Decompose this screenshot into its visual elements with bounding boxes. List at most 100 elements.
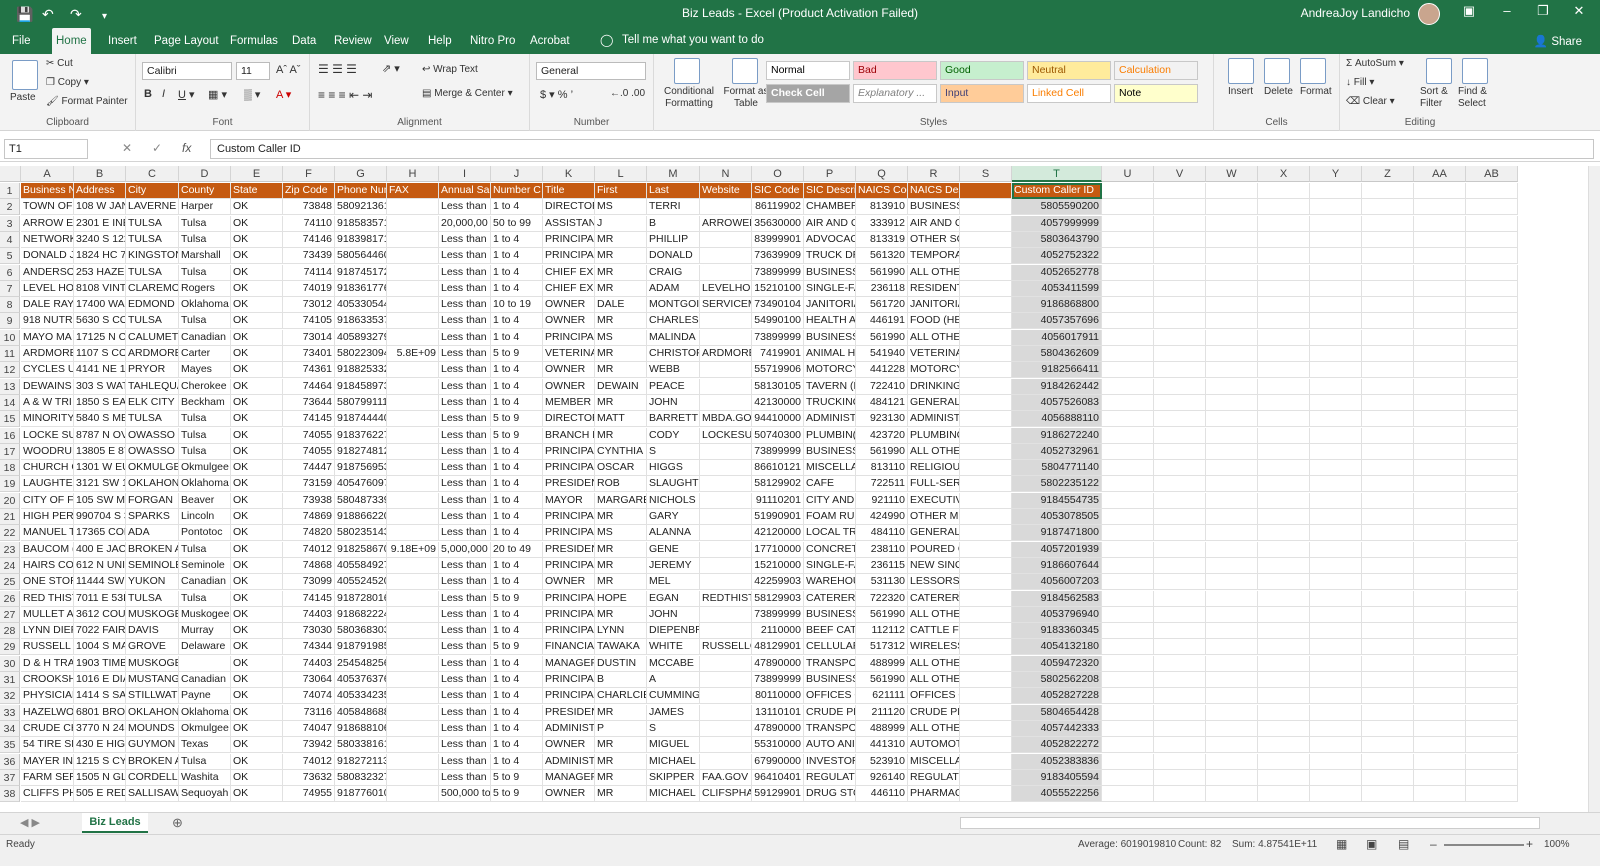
- table-cell[interactable]: PRINCIPA: [543, 231, 595, 248]
- table-cell[interactable]: [1206, 427, 1258, 444]
- table-cell[interactable]: 1 to 4: [491, 623, 543, 640]
- table-cell[interactable]: [960, 411, 1012, 428]
- table-cell[interactable]: MBDA.GO: [700, 411, 752, 428]
- table-cell[interactable]: [1258, 362, 1310, 379]
- table-cell[interactable]: A & W TRI: [21, 394, 74, 411]
- table-cell[interactable]: [1466, 590, 1518, 607]
- table-cell[interactable]: TRUCK DR: [804, 248, 856, 265]
- table-cell[interactable]: 4056007203: [1012, 574, 1102, 591]
- table-cell[interactable]: [387, 720, 439, 737]
- table-cell[interactable]: OWASSO: [126, 427, 179, 444]
- table-cell[interactable]: RESIDENTIAL REMOD: [908, 280, 960, 297]
- table-cell[interactable]: 73099: [283, 574, 335, 591]
- table-cell[interactable]: 10 to 19: [491, 297, 543, 314]
- table-cell[interactable]: OWNER: [543, 297, 595, 314]
- column-header-ab[interactable]: AB: [1466, 166, 1518, 182]
- table-cell[interactable]: [1258, 215, 1310, 232]
- table-cell[interactable]: MR: [595, 394, 647, 411]
- table-cell[interactable]: 74146: [283, 231, 335, 248]
- table-cell[interactable]: [1102, 492, 1154, 509]
- table-cell[interactable]: MS: [595, 525, 647, 542]
- table-cell[interactable]: OK: [231, 215, 283, 232]
- table-cell[interactable]: [387, 525, 439, 542]
- table-cell[interactable]: 47890000: [752, 720, 804, 737]
- table-cell[interactable]: 83999901: [752, 231, 804, 248]
- table-cell[interactable]: MARGARE: [595, 492, 647, 509]
- table-cell[interactable]: [1258, 720, 1310, 737]
- table-cell[interactable]: 4057357696: [1012, 313, 1102, 330]
- table-cell[interactable]: 4053796940: [1012, 606, 1102, 623]
- page-break-view-icon[interactable]: ▤: [1398, 837, 1409, 851]
- table-cell[interactable]: [1414, 769, 1466, 786]
- table-cell[interactable]: [1206, 704, 1258, 721]
- table-cell[interactable]: [1102, 346, 1154, 362]
- table-cell[interactable]: [1362, 411, 1414, 428]
- table-cell[interactable]: 1215 S CYI: [74, 753, 126, 770]
- table-cell[interactable]: MUSKOGEE: [126, 655, 179, 672]
- table-cell[interactable]: 1 to 4: [491, 199, 543, 216]
- table-cell[interactable]: [1362, 525, 1414, 542]
- table-cell[interactable]: HEALTH A: [804, 313, 856, 330]
- table-cell[interactable]: [387, 672, 439, 688]
- table-cell[interactable]: [1154, 378, 1206, 395]
- table-cell[interactable]: CHURCH C: [21, 460, 74, 477]
- table-cell[interactable]: 5803683035: [335, 623, 387, 640]
- table-cell[interactable]: [960, 362, 1012, 379]
- table-cell[interactable]: 73899999: [752, 329, 804, 346]
- table-cell[interactable]: 17365 COL: [74, 525, 126, 542]
- table-cell[interactable]: 74464: [283, 378, 335, 395]
- table-cell[interactable]: Sequoyah: [179, 786, 231, 803]
- table-cell[interactable]: [387, 590, 439, 607]
- column-header-a[interactable]: A: [21, 166, 74, 182]
- header-cell[interactable]: [1102, 183, 1154, 199]
- row-header[interactable]: 22: [0, 525, 20, 542]
- table-cell[interactable]: BUSINESS: [804, 672, 856, 688]
- table-cell[interactable]: MR: [595, 509, 647, 525]
- table-cell[interactable]: 96410401: [752, 769, 804, 786]
- table-cell[interactable]: [960, 280, 1012, 297]
- table-cell[interactable]: 4053305444: [335, 297, 387, 314]
- table-cell[interactable]: 505 E RED: [74, 786, 126, 803]
- table-cell[interactable]: Okmulgee: [179, 460, 231, 477]
- table-cell[interactable]: 74145: [283, 411, 335, 428]
- table-cell[interactable]: [1258, 541, 1310, 558]
- table-cell[interactable]: 74055: [283, 427, 335, 444]
- table-cell[interactable]: 1004 S MA: [74, 639, 126, 656]
- header-cell[interactable]: Zip Code: [283, 183, 335, 199]
- table-cell[interactable]: 561990: [856, 329, 908, 346]
- table-cell[interactable]: [1310, 231, 1362, 248]
- table-cell[interactable]: MR: [595, 786, 647, 803]
- table-cell[interactable]: [1102, 606, 1154, 623]
- table-cell[interactable]: Canadian: [179, 672, 231, 688]
- table-cell[interactable]: [1414, 248, 1466, 265]
- table-cell[interactable]: 54990100: [752, 313, 804, 330]
- table-cell[interactable]: CLAREMO: [126, 280, 179, 297]
- table-cell[interactable]: [1154, 753, 1206, 770]
- sheet-nav-icon[interactable]: ◀ ▶: [20, 816, 40, 829]
- table-cell[interactable]: MALINDA: [647, 329, 700, 346]
- table-cell[interactable]: MR: [595, 231, 647, 248]
- cell-style-normal[interactable]: Normal: [766, 61, 850, 80]
- table-cell[interactable]: MR: [595, 541, 647, 558]
- table-cell[interactable]: WAREHOU: [804, 574, 856, 591]
- table-cell[interactable]: PRESIDEN: [543, 541, 595, 558]
- table-cell[interactable]: PEACE: [647, 378, 700, 395]
- table-cell[interactable]: Rogers: [179, 280, 231, 297]
- table-cell[interactable]: OSCAR: [595, 460, 647, 477]
- table-cell[interactable]: 1 to 4: [491, 574, 543, 591]
- table-cell[interactable]: PRINCIPA: [543, 672, 595, 688]
- table-cell[interactable]: [1414, 264, 1466, 281]
- table-cell[interactable]: [1310, 248, 1362, 265]
- table-cell[interactable]: ARDMORE: [700, 346, 752, 362]
- table-cell[interactable]: [1206, 297, 1258, 314]
- table-cell[interactable]: Less than: [439, 231, 491, 248]
- table-cell[interactable]: 9183360345: [1012, 623, 1102, 640]
- table-cell[interactable]: MR: [595, 574, 647, 591]
- table-cell[interactable]: [1206, 525, 1258, 542]
- table-cell[interactable]: [1466, 264, 1518, 281]
- table-cell[interactable]: [1362, 786, 1414, 803]
- table-cell[interactable]: [1466, 329, 1518, 346]
- table-cell[interactable]: [1310, 639, 1362, 656]
- table-cell[interactable]: Tulsa: [179, 215, 231, 232]
- row-header[interactable]: 15: [0, 411, 20, 428]
